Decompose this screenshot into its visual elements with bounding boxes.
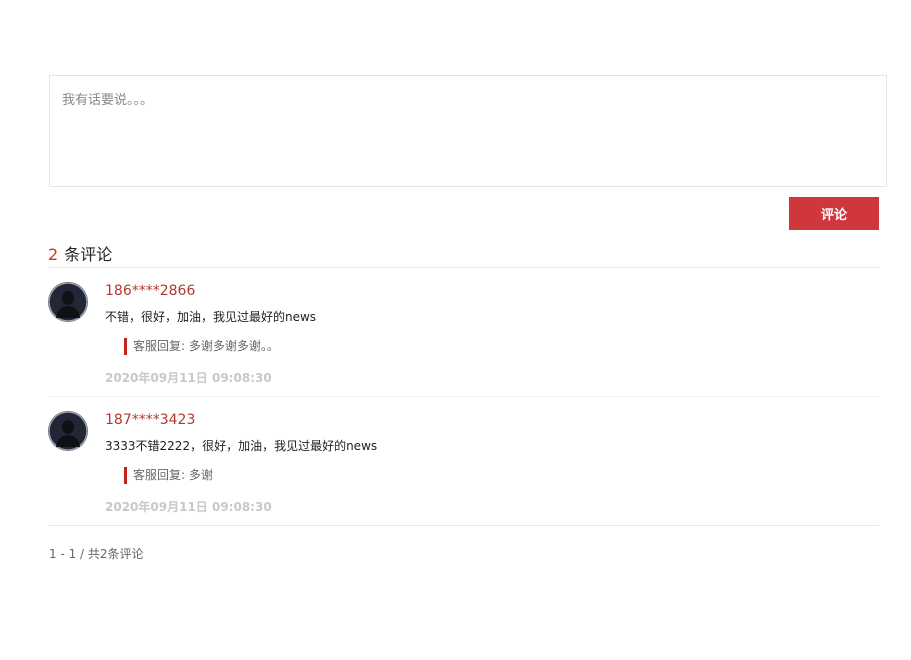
comment-count-label: 条评论	[64, 245, 113, 264]
comment-text: 不错，很好，加油，我见过最好的news	[105, 310, 317, 324]
comment-item: 186****2866 不错，很好，加油，我见过最好的news 客服回复: 多谢…	[48, 282, 879, 392]
comment-timestamp: 2020年09月11日 09:08:30	[105, 371, 272, 385]
comment-item: 187****3423 3333不错2222，很好，加油，我见过最好的news …	[48, 411, 879, 521]
divider	[48, 267, 879, 268]
staff-reply: 客服回复: 多谢多谢多谢。。	[124, 338, 279, 355]
comment-text: 3333不错2222，很好，加油，我见过最好的news	[105, 439, 378, 453]
comment-username[interactable]: 186****2866	[105, 283, 195, 299]
submit-comment-button[interactable]: 评论	[789, 197, 879, 230]
comment-count-number: 2	[48, 245, 59, 264]
divider	[48, 525, 879, 526]
pagination-info: 1 - 1 / 共2条评论	[49, 547, 144, 561]
staff-reply: 客服回复: 多谢	[124, 467, 213, 484]
comment-username[interactable]: 187****3423	[105, 412, 195, 428]
user-avatar-icon	[48, 282, 88, 322]
divider	[48, 396, 879, 397]
comment-timestamp: 2020年09月11日 09:08:30	[105, 500, 272, 514]
comment-input[interactable]: 我有话要说。。。	[49, 75, 887, 187]
user-avatar-icon	[48, 411, 88, 451]
comment-count: 2 条评论	[48, 241, 112, 265]
